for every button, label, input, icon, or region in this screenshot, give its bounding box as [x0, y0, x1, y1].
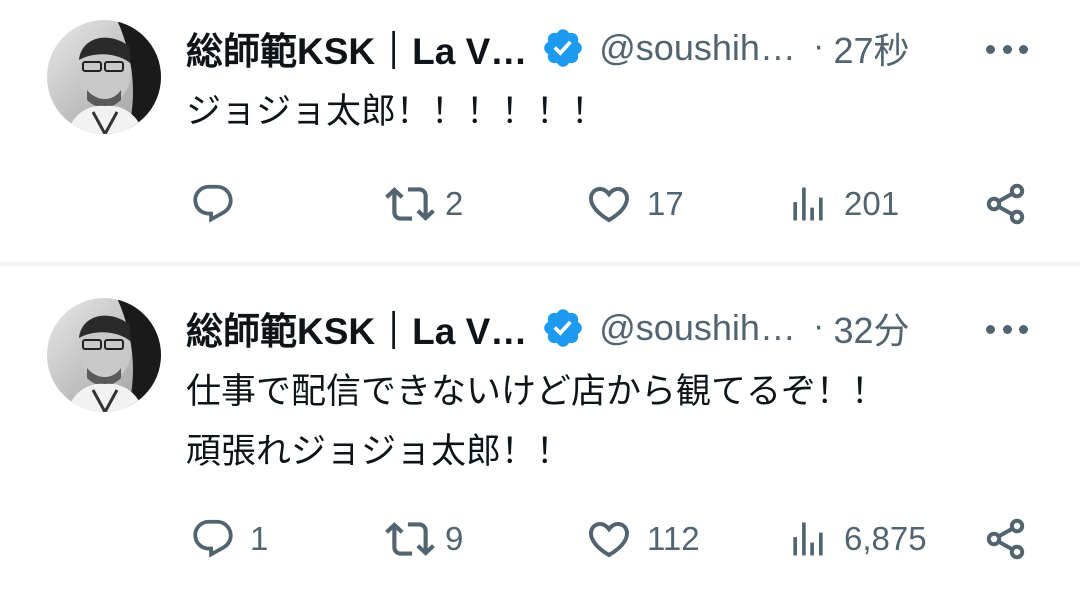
tweet-divider [0, 262, 1080, 266]
share-icon [986, 518, 1025, 560]
avatar[interactable] [47, 298, 161, 412]
views-count: 201 [844, 185, 900, 222]
reply-count: 1 [250, 520, 269, 557]
reply-icon [193, 184, 233, 223]
tweet[interactable]: 総師範KSK｜La V… @soushih… · 27秒 ジョジョ太郎！！！！！… [0, 0, 1080, 262]
tweet-text-line: 仕事で配信できないけど店から観てるぞ！！ [186, 372, 887, 412]
share-button[interactable] [982, 174, 1030, 234]
reply-icon [193, 519, 233, 558]
retweet-count: 2 [445, 185, 464, 222]
more-options-icon[interactable] [986, 42, 1028, 56]
separator-dot: · [813, 30, 824, 66]
views-count: 6,875 [844, 520, 927, 557]
author-handle[interactable]: @soushih… [599, 27, 796, 69]
views-icon [793, 187, 823, 221]
retweet-button[interactable]: 2 [385, 174, 463, 234]
reply-button[interactable] [190, 174, 250, 234]
verified-badge-icon [541, 306, 585, 350]
retweet-count: 9 [445, 520, 464, 557]
like-icon [588, 522, 630, 558]
retweet-button[interactable]: 9 [385, 509, 463, 569]
tweet-text: 仕事で配信できないけど店から観てるぞ！！ 頑張れジョジョ太郎！！ [186, 362, 1046, 482]
share-button[interactable] [982, 509, 1030, 569]
author-name[interactable]: 総師範KSK｜La V… [186, 21, 527, 75]
timestamp[interactable]: 32分 [833, 302, 909, 354]
verified-badge-icon [541, 26, 585, 70]
share-icon [986, 183, 1025, 225]
tweet-header: 総師範KSK｜La V… @soushih… · 27秒 [186, 18, 910, 78]
like-button[interactable]: 17 [585, 174, 684, 234]
like-button[interactable]: 112 [585, 509, 700, 569]
author-handle[interactable]: @soushih… [599, 307, 796, 349]
more-options-icon[interactable] [986, 322, 1028, 336]
tweet[interactable]: 総師範KSK｜La V… @soushih… · 32分 仕事で配信できないけど… [0, 268, 1080, 589]
avatar[interactable] [47, 20, 161, 134]
like-icon [588, 187, 630, 223]
views-icon [793, 522, 823, 556]
like-count: 112 [647, 520, 700, 557]
tweet-header: 総師範KSK｜La V… @soushih… · 32分 [186, 298, 910, 358]
avatar-photo [47, 20, 161, 134]
retweet-icon [385, 187, 435, 221]
like-count: 17 [647, 185, 684, 222]
reply-button[interactable]: 1 [190, 509, 268, 569]
timestamp[interactable]: 27秒 [833, 22, 909, 74]
views-button[interactable]: 6,875 [786, 509, 927, 569]
tweet-text-line: 頑張れジョジョ太郎！！ [186, 432, 572, 472]
tweet-text: ジョジョ太郎！！！！！！ [186, 92, 607, 132]
author-name[interactable]: 総師範KSK｜La V… [186, 301, 527, 355]
avatar-photo [47, 298, 161, 412]
views-button[interactable]: 201 [786, 174, 899, 234]
retweet-icon [385, 522, 435, 556]
separator-dot: · [813, 310, 824, 346]
